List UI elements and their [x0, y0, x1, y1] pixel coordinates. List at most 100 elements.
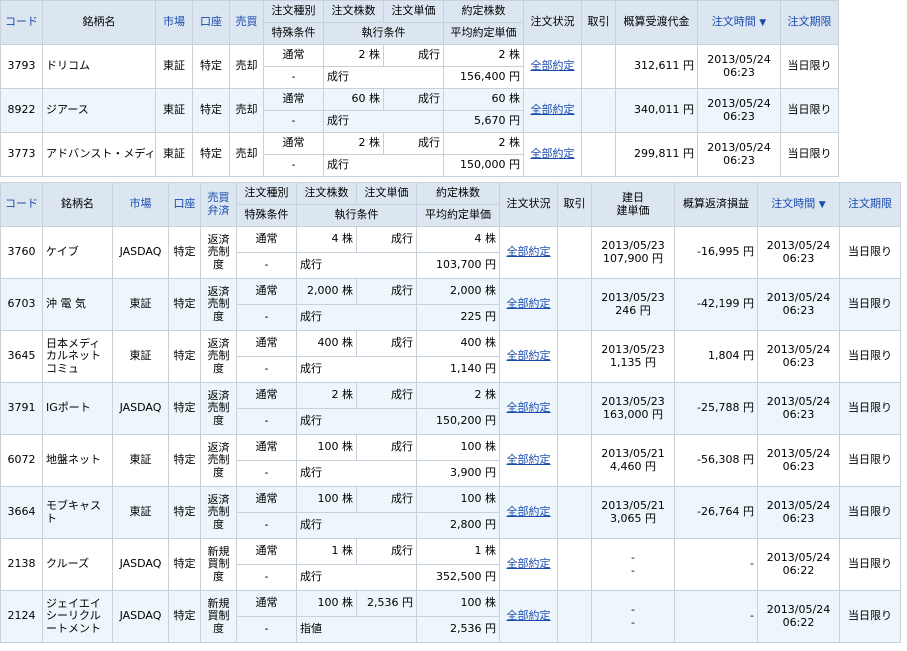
cell-order-price: 成行	[383, 132, 444, 155]
cell-special: -	[263, 154, 324, 177]
header-order-time-label: 注文時間	[771, 197, 816, 211]
cell-expiry: 当日限り	[839, 538, 901, 591]
build-date: 2013/05/23	[601, 394, 665, 408]
header-name: 銘柄名	[42, 0, 156, 45]
cell-order-type: 通常	[263, 132, 324, 155]
cell-build: --	[591, 538, 675, 591]
cell-build: --	[591, 590, 675, 643]
cell-order-qty: 2 株	[323, 44, 384, 67]
cell-status: 全部約定	[499, 590, 558, 643]
header-code[interactable]: コード	[0, 0, 43, 45]
header-side[interactable]: 売買	[229, 0, 264, 45]
cell-code: 6703	[0, 278, 43, 331]
status-link[interactable]: 全部約定	[507, 609, 551, 622]
cell-order-time: 2013/05/24 06:23	[697, 44, 781, 89]
header-expiry[interactable]: 注文期限	[780, 0, 839, 45]
table-row: 3793 ドリコム 東証 特定 売却 通常 2 株成行 2 株全部約定 312,611 円 201…	[0, 44, 839, 89]
header-expiry[interactable]: 注文期限	[839, 182, 901, 227]
order-time: 06:23	[782, 407, 815, 421]
cell-order-price: 成行	[356, 486, 417, 513]
cell-market: 東証	[112, 278, 169, 331]
header-market[interactable]: 市場	[112, 182, 169, 227]
cell-account: 特定	[168, 590, 201, 643]
cell-status: 全部約定	[523, 88, 582, 133]
cell-filled-qty: 100 株	[416, 590, 500, 617]
status-link[interactable]: 全部約定	[507, 349, 551, 362]
cell-order-time: 2013/05/24 06:23	[697, 88, 781, 133]
cell-avg-price: 1,140 円	[416, 356, 500, 383]
cell-account: 特定	[192, 88, 230, 133]
status-link[interactable]: 全部約定	[507, 505, 551, 518]
cell-account: 特定	[168, 538, 201, 591]
header-build-price: 建単価	[616, 203, 650, 217]
cell-exec-cond: 成行	[323, 66, 444, 89]
cell-order-type: 通常	[263, 44, 324, 67]
cell-status: 全部約定	[499, 434, 558, 487]
cell-side: 返済売制度	[200, 434, 237, 487]
header-special-cond: 特殊条件	[263, 22, 324, 45]
cell-order-qty: 2,000 株	[296, 278, 357, 305]
cell-order-type: 通常	[236, 434, 297, 461]
cell-order-time: 2013/05/24 06:23	[757, 486, 840, 539]
cell-status: 全部約定	[523, 132, 582, 177]
order-time: 06:23	[782, 459, 815, 473]
cell-name: ジアース	[42, 88, 156, 133]
build-price: 3,065 円	[610, 511, 656, 525]
header-order-time[interactable]: 注文時間 ▼	[697, 0, 781, 45]
cell-filled-qty: 2,000 株	[416, 278, 500, 305]
cell-name: クルーズ	[42, 538, 113, 591]
cell-pnl: -	[674, 590, 758, 643]
status-link[interactable]: 全部約定	[507, 557, 551, 570]
cell-cancel	[557, 486, 592, 539]
header-build-date: 建日	[622, 190, 644, 204]
cell-filled-qty: 100 株	[416, 486, 500, 513]
cell-account: 特定	[168, 382, 201, 435]
build-price: 1,135 円	[610, 355, 656, 369]
status-link[interactable]: 全部約定	[531, 103, 575, 116]
cell-special: -	[263, 66, 324, 89]
cell-order-qty: 2 株	[323, 132, 384, 155]
header-order-time[interactable]: 注文時間 ▼	[757, 182, 840, 227]
cell-build: 2013/05/23 1,135 円	[591, 330, 675, 383]
cell-cancel	[557, 330, 592, 383]
header-est-amount: 概算受渡代金	[615, 0, 698, 45]
cell-est-amount: 312,611 円	[615, 44, 698, 89]
status-link[interactable]: 全部約定	[507, 453, 551, 466]
cell-name: ケイブ	[42, 226, 113, 279]
cell-side: 売却	[229, 44, 264, 89]
cell-order-qty: 4 株	[296, 226, 357, 253]
cell-build: 2013/05/21 3,065 円	[591, 486, 675, 539]
orders-table-margin: コード 銘柄名 市場 口座 売買 弁済 注文種別 注文株数 注文単価 約定株数 注…	[0, 182, 901, 643]
cell-account: 特定	[168, 486, 201, 539]
cell-cancel	[581, 132, 616, 177]
status-link[interactable]: 全部約定	[531, 147, 575, 160]
cell-status: 全部約定	[499, 226, 558, 279]
cell-order-time: 2013/05/24 06:22	[757, 538, 840, 591]
build-price: 107,900 円	[603, 251, 663, 265]
header-market[interactable]: 市場	[155, 0, 193, 45]
header-account[interactable]: 口座	[192, 0, 230, 45]
status-link[interactable]: 全部約定	[507, 245, 551, 258]
cell-special: -	[236, 356, 297, 383]
cell-status: 全部約定	[499, 538, 558, 591]
header-side[interactable]: 売買 弁済	[200, 182, 237, 227]
cell-cancel	[581, 44, 616, 89]
cell-exec-cond: 成行	[296, 408, 417, 435]
cell-side: 売却	[229, 132, 264, 177]
status-link[interactable]: 全部約定	[507, 401, 551, 414]
cell-name: 沖 電 気	[42, 278, 113, 331]
status-link[interactable]: 全部約定	[531, 59, 575, 72]
header-code[interactable]: コード	[0, 182, 43, 227]
header-status: 注文状況	[523, 0, 582, 45]
cell-filled-qty: 2 株	[443, 44, 524, 67]
cell-order-qty: 1 株	[296, 538, 357, 565]
header-status: 注文状況	[499, 182, 558, 227]
build-date: 2013/05/23	[601, 238, 665, 252]
cell-side: 返済売制度	[200, 382, 237, 435]
cell-exec-cond: 成行	[323, 110, 444, 133]
cell-order-time: 2013/05/24 06:23	[757, 226, 840, 279]
cell-cancel	[557, 434, 592, 487]
cell-special: -	[236, 616, 297, 643]
header-account[interactable]: 口座	[168, 182, 201, 227]
status-link[interactable]: 全部約定	[507, 297, 551, 310]
